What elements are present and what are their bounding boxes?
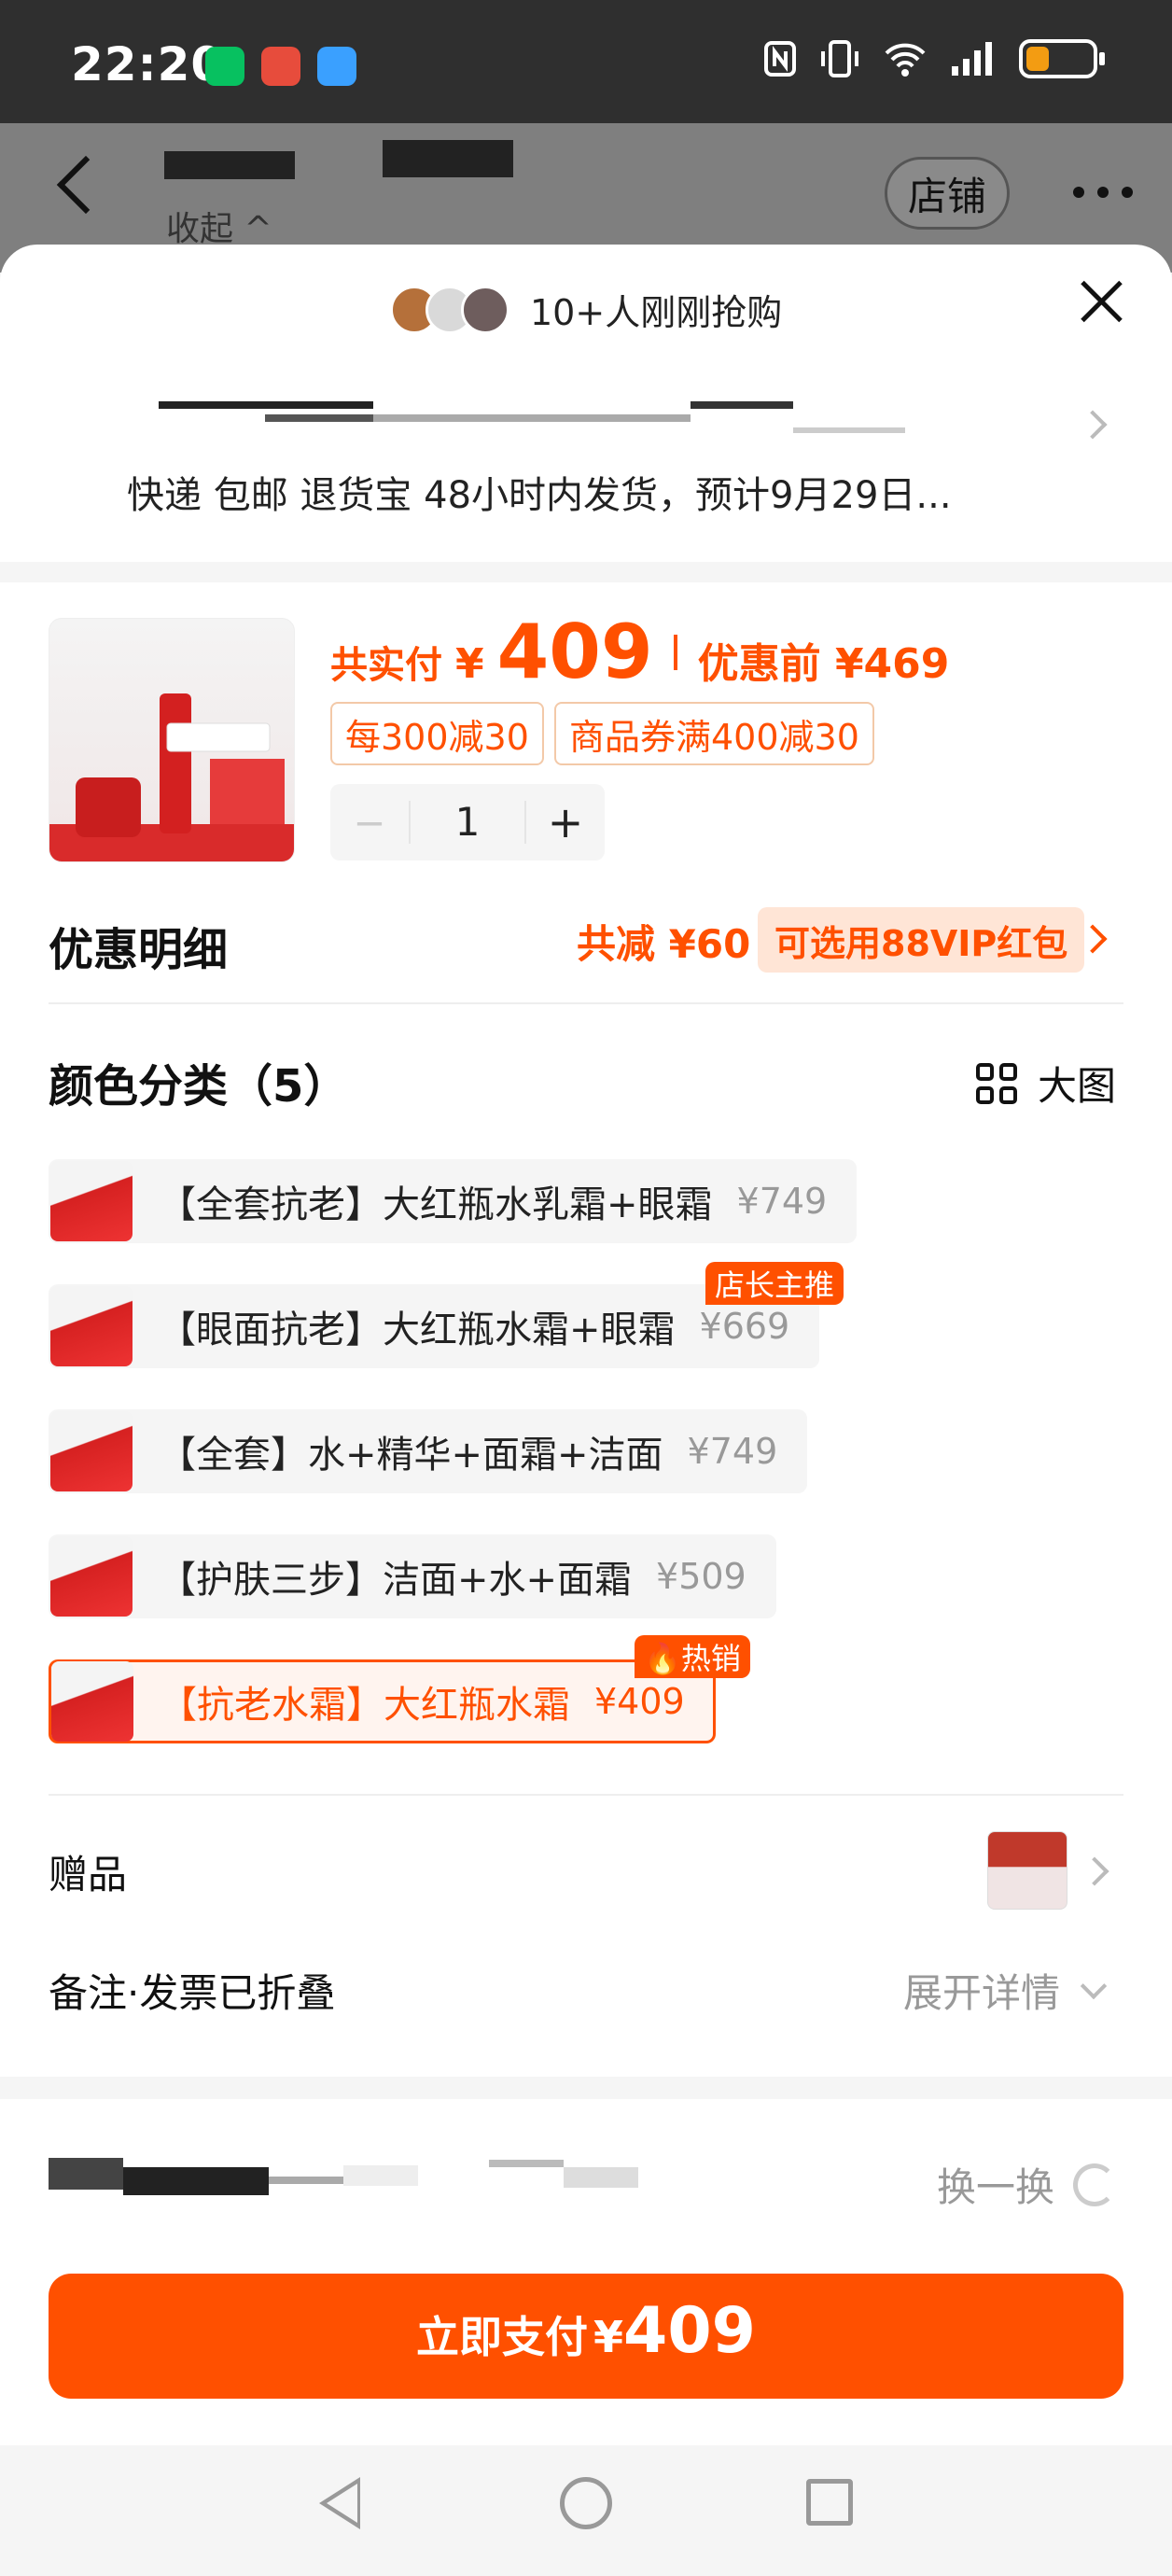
recommend-redacted <box>269 2177 343 2184</box>
divider <box>49 1794 1123 1796</box>
sku-option[interactable]: 【护肤三步】洁面+水+面霜 ¥509 <box>49 1534 776 1618</box>
discount-total[interactable]: 共减 ¥60 <box>577 913 750 970</box>
store-button[interactable]: 店铺 <box>885 157 1010 230</box>
swap-label: 换一换 <box>937 2164 1055 2210</box>
sku-option[interactable]: 【全套】水+精华+面霜+洁面 ¥749 <box>49 1409 808 1493</box>
chevron-right-icon <box>1078 410 1108 440</box>
discount-title: 优惠明细 <box>49 924 229 976</box>
recommend-redacted <box>49 2158 123 2190</box>
sku-price: ¥669 <box>699 1306 790 1347</box>
divider <box>49 1002 1123 1004</box>
signal-icon <box>952 42 992 76</box>
coupon-tag: 商品券满400减30 <box>554 702 874 765</box>
grid-icon <box>976 1062 1017 1104</box>
sku-thumbnail <box>50 1286 133 1366</box>
recommend-redacted <box>564 2167 638 2188</box>
recommend-redacted <box>123 2167 269 2195</box>
recommend-redacted <box>343 2165 418 2186</box>
sku-option[interactable]: 【眼面抗老】大红瓶水霜+眼霜 ¥669 <box>49 1284 820 1368</box>
price-separator <box>673 634 677 670</box>
app-alert-icon <box>261 47 300 86</box>
address-redacted <box>159 401 373 409</box>
currency-symbol: ¥ <box>455 640 484 688</box>
collapse-button[interactable]: 收起 ^ <box>166 202 272 250</box>
title-redacted <box>383 140 513 177</box>
big-view-toggle[interactable]: 大图 <box>976 1055 1116 1112</box>
refresh-icon <box>1073 2163 1117 2206</box>
sku-thumbnail <box>50 1161 133 1241</box>
back-arrow-icon[interactable] <box>56 155 116 215</box>
nav-recent-icon[interactable] <box>806 2479 853 2526</box>
pay-price: 409 <box>623 2294 756 2368</box>
paid-label: 共实付 <box>330 644 442 687</box>
vibrate-icon <box>821 40 858 77</box>
address-redacted <box>691 401 793 409</box>
sku-option-selected[interactable]: 【抗老水霜】大红瓶水霜 ¥409 <box>49 1659 716 1743</box>
avatar <box>461 285 509 334</box>
gift-label: 赠品 <box>49 1852 128 1897</box>
sku-name: 【护肤三步】洁面+水+面霜 <box>159 1559 633 1602</box>
gift-image[interactable] <box>987 1831 1067 1910</box>
address-redacted <box>373 414 691 422</box>
hot-sale-badge: 🔥热销 <box>635 1635 750 1678</box>
quantity-stepper: − 1 + <box>330 784 605 861</box>
close-icon[interactable] <box>1079 278 1125 325</box>
sku-price: ¥749 <box>736 1181 828 1222</box>
battery-icon <box>1019 39 1105 78</box>
sku-thumbnail <box>51 1661 133 1742</box>
nav-home-icon[interactable] <box>560 2477 612 2529</box>
chevron-down-icon <box>1080 1972 1108 1999</box>
sku-thumbnail <box>50 1536 133 1617</box>
nfc-icon <box>764 41 796 77</box>
clock: 22:20 <box>71 37 225 91</box>
pay-currency: ¥ <box>593 2312 624 2362</box>
sku-name: 【眼面抗老】大红瓶水霜+眼霜 <box>159 1309 676 1351</box>
expand-details-button[interactable]: 展开详情 <box>903 1962 1108 2019</box>
decrease-button[interactable]: − <box>330 800 409 846</box>
system-nav-bar <box>0 2445 1172 2576</box>
coupon-tag: 每300减30 <box>330 702 544 765</box>
buyers-text: 10+人刚刚抢购 <box>530 292 783 333</box>
pay-now-button[interactable]: 立即支付 ¥ 409 <box>49 2274 1123 2399</box>
sku-price: ¥749 <box>687 1431 778 1472</box>
sku-price: ¥409 <box>594 1681 685 1722</box>
quantity-value[interactable]: 1 <box>409 801 526 844</box>
wechat-icon <box>205 47 244 86</box>
expand-label: 展开详情 <box>903 1970 1061 2016</box>
big-view-label: 大图 <box>1038 1063 1117 1109</box>
recent-buyers: 10+人刚刚抢购 <box>390 284 782 335</box>
price-summary: 共实付 ¥ 409 优惠前 ¥469 <box>330 609 949 695</box>
shipping-info: 快递 包邮 退货宝 48小时内发货，预计9月29日... <box>127 474 952 517</box>
sku-section-title: 颜色分类（5） <box>49 1060 349 1113</box>
sku-option[interactable]: 【全套抗老】大红瓶水乳霜+眼霜 ¥749 <box>49 1159 858 1243</box>
wifi-icon <box>885 43 926 77</box>
sku-thumbnail <box>50 1411 133 1491</box>
divider <box>0 562 1172 582</box>
chevron-right-icon[interactable] <box>1080 1856 1109 1886</box>
swap-button[interactable]: 换一换 <box>937 2156 1117 2213</box>
purchase-sheet: 10+人刚刚抢购 快递 包邮 退货宝 48小时内发货，预计9月29日... 共实… <box>0 245 1172 2576</box>
browser-icon <box>317 47 356 86</box>
original-price: 优惠前 ¥469 <box>697 640 950 688</box>
recommend-redacted <box>489 2160 564 2167</box>
paid-price: 409 <box>496 609 653 695</box>
more-icon[interactable] <box>1073 187 1133 198</box>
divider <box>0 2077 1172 2099</box>
increase-button[interactable]: + <box>526 797 605 847</box>
sku-price: ¥509 <box>656 1556 746 1597</box>
sku-name: 【全套】水+精华+面霜+洁面 <box>159 1434 663 1477</box>
title-redacted <box>164 151 295 179</box>
recommend-badge: 店长主推 <box>705 1262 844 1305</box>
vip-redpacket-tag[interactable]: 可选用88VIP红包 <box>758 907 1085 973</box>
product-image[interactable] <box>49 618 295 862</box>
product-bottles-icon <box>49 693 294 861</box>
status-icons <box>763 39 1105 78</box>
nav-back-icon[interactable] <box>319 2477 360 2529</box>
pay-label: 立即支付 <box>416 2312 589 2362</box>
address-redacted <box>793 427 905 433</box>
sku-name: 【全套抗老】大红瓶水乳霜+眼霜 <box>159 1183 713 1226</box>
note-invoice-label: 备注·发票已折叠 <box>49 1970 336 2016</box>
sku-name: 【抗老水霜】大红瓶水霜 <box>160 1684 570 1727</box>
status-bar: 22:20 <box>0 0 1172 123</box>
